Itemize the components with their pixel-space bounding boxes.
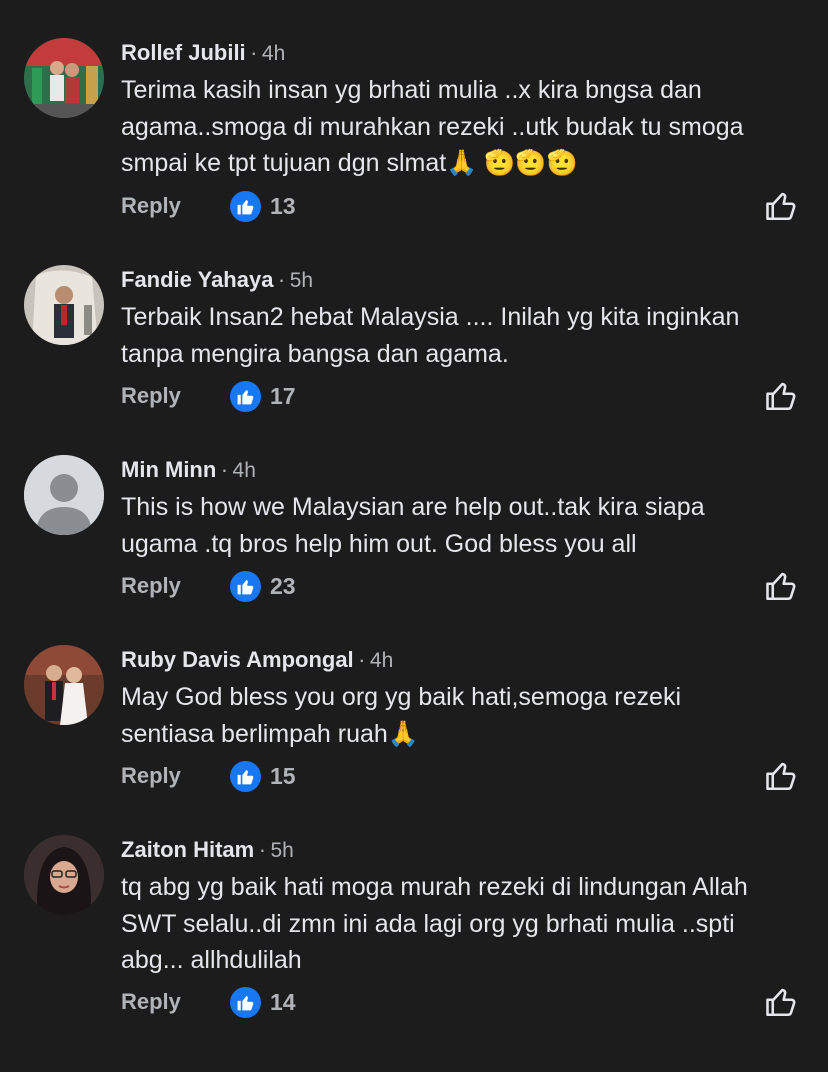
separator: · [277, 267, 286, 292]
comment-meta: Zaiton Hitam · 5h [121, 835, 294, 865]
comments-list: Rollef Jubili · 4h Terima kasih insan yg… [0, 0, 828, 1072]
reply-button[interactable]: Reply [121, 566, 181, 606]
thumbs-up-outline-icon[interactable] [763, 568, 799, 604]
thumbs-up-icon[interactable] [230, 571, 261, 602]
thumbs-up-outline-icon[interactable] [763, 378, 799, 414]
separator: · [220, 457, 229, 482]
like-count[interactable]: 17 [270, 376, 296, 416]
reply-button[interactable]: Reply [121, 982, 181, 1022]
comment-actions: Reply 23 [121, 566, 811, 606]
comment-text: Terima kasih insan yg brhati mulia ..x k… [121, 76, 744, 177]
author-name[interactable]: Zaiton Hitam [121, 837, 254, 862]
thumbs-up-icon[interactable] [230, 381, 261, 412]
thumbs-up-icon[interactable] [230, 987, 261, 1018]
separator: · [258, 837, 267, 862]
comment-text: This is how we Malaysian are help out..t… [121, 493, 705, 558]
timestamp[interactable]: 5h [290, 269, 313, 292]
reply-button[interactable]: Reply [121, 756, 181, 796]
author-name[interactable]: Rollef Jubili [121, 40, 246, 65]
thumbs-up-icon[interactable] [230, 761, 261, 792]
author-name[interactable]: Ruby Davis Ampongal [121, 647, 354, 672]
comment-actions: Reply 15 [121, 756, 811, 796]
author-name[interactable]: Min Minn [121, 457, 216, 482]
avatar[interactable] [24, 38, 104, 118]
separator: · [250, 40, 258, 65]
avatar[interactable] [24, 265, 104, 345]
thumbs-up-outline-icon[interactable] [763, 758, 799, 794]
avatar[interactable] [24, 835, 104, 915]
comment-actions: Reply 14 [121, 982, 811, 1022]
thumbs-up-icon[interactable] [230, 191, 261, 222]
comment-actions: Reply 13 [121, 186, 811, 226]
avatar[interactable] [24, 645, 104, 725]
comment-meta: Fandie Yahaya · 5h [121, 265, 313, 295]
like-count[interactable]: 14 [270, 982, 296, 1022]
timestamp[interactable]: 5h [270, 839, 293, 862]
person-silhouette-icon [24, 455, 104, 535]
comment-text: Terbaik Insan2 hebat Malaysia .... Inila… [121, 303, 740, 368]
like-count[interactable]: 15 [270, 756, 296, 796]
comment-text: May God bless you org yg baik hati,semog… [121, 683, 681, 748]
reply-button[interactable]: Reply [121, 376, 181, 416]
like-count[interactable]: 23 [270, 566, 296, 606]
comment-meta: Ruby Davis Ampongal · 4h [121, 645, 393, 675]
thumbs-up-outline-icon[interactable] [763, 188, 799, 224]
comment-actions: Reply 17 [121, 376, 811, 416]
reply-button[interactable]: Reply [121, 186, 181, 226]
thumbs-up-outline-icon[interactable] [763, 984, 799, 1020]
separator: · [358, 647, 366, 672]
avatar[interactable] [24, 455, 104, 535]
timestamp[interactable]: 4h [233, 459, 256, 482]
timestamp[interactable]: 4h [370, 649, 393, 672]
comment-text: tq abg yg baik hati moga murah rezeki di… [121, 873, 748, 974]
comment-meta: Rollef Jubili · 4h [121, 38, 285, 68]
comment-meta: Min Minn · 4h [121, 455, 256, 485]
like-count[interactable]: 13 [270, 186, 296, 226]
author-name[interactable]: Fandie Yahaya [121, 267, 273, 292]
timestamp[interactable]: 4h [262, 42, 285, 65]
